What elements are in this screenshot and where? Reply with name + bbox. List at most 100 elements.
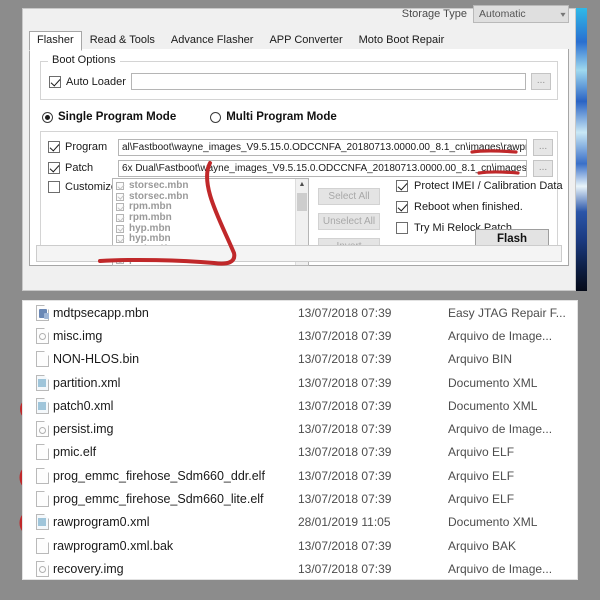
boot-options-title: Boot Options [48, 54, 120, 66]
boot-options-group: Boot Options Auto Loader ... [40, 54, 558, 100]
list-item-label: rpm.mbn [129, 201, 172, 213]
tab-moto-boot-repair[interactable]: Moto Boot Repair [351, 31, 453, 50]
patch-label: Patch [65, 162, 94, 174]
table-row[interactable]: recovery.img 13/07/2018 07:39 Arquivo de… [23, 557, 577, 579]
customize-row: Customize [48, 181, 117, 193]
list-item-checkbox[interactable] [116, 214, 124, 223]
list-item-label: hyp.mbn [129, 233, 171, 245]
table-row[interactable]: prog_emmc_firehose_Sdm660_lite.elf 13/07… [23, 487, 577, 510]
list-item-label: hyp.mbn [129, 222, 171, 234]
file-name: rawprogram0.xml [53, 515, 150, 530]
program-browse-button[interactable]: ... [533, 138, 553, 156]
list-item-checkbox[interactable] [116, 203, 124, 212]
list-item-checkbox[interactable] [116, 182, 124, 191]
radio-multi-program-mode[interactable]: Multi Program Mode [210, 111, 337, 123]
file-type: Arquivo BIN [448, 352, 513, 367]
protect-imei-checkbox[interactable] [396, 180, 408, 192]
table-row[interactable]: misc.img 13/07/2018 07:39 Arquivo de Ima… [23, 324, 577, 347]
program-row: Program al\Fastboot\wayne_images_V9.5.15… [48, 138, 553, 156]
option-protect-imei[interactable]: Protect IMEI / Calibration Data [396, 180, 563, 192]
image-file-icon [31, 327, 53, 344]
file-name: recovery.img [53, 561, 124, 576]
file-date: 13/07/2018 07:39 [298, 422, 392, 437]
file-name: rawprogram0.xml.bak [53, 538, 174, 553]
flasher-tab-panel: Boot Options Auto Loader ... Single Prog… [29, 49, 569, 266]
chevron-down-icon: ▾ [560, 9, 566, 19]
file-date: 13/07/2018 07:39 [298, 328, 392, 343]
file-type: Arquivo de Image... [448, 422, 553, 437]
tab-flasher[interactable]: Flasher [29, 31, 82, 51]
table-row[interactable]: persist.img 13/07/2018 07:39 Arquivo de … [23, 417, 577, 440]
file-date: 13/07/2018 07:39 [298, 305, 392, 320]
list-item[interactable]: storsec.mbn [116, 181, 295, 192]
tab-advance-flasher[interactable]: Advance Flasher [163, 31, 262, 50]
file-type: Documento XML [448, 515, 538, 530]
table-row[interactable]: NON-HLOS.bin 13/07/2018 07:39 Arquivo BI… [23, 348, 577, 371]
table-row[interactable]: pmic.elf 13/07/2018 07:39 Arquivo ELF [23, 441, 577, 464]
storage-type-value: Automatic [479, 8, 526, 20]
scroll-up-icon[interactable]: ▲ [296, 179, 308, 191]
storage-type-row: Storage Type Automatic ▾ [402, 3, 569, 25]
file-date: 13/07/2018 07:39 [298, 561, 392, 576]
file-name: prog_emmc_firehose_Sdm660_ddr.elf [53, 468, 265, 483]
customize-checkbox[interactable] [48, 181, 60, 193]
list-item-checkbox[interactable] [116, 224, 124, 233]
table-row[interactable]: patch0.xml 13/07/2018 07:39 Documento XM… [23, 394, 577, 417]
table-row[interactable]: rawprogram0.xml 28/01/2019 11:05 Documen… [23, 511, 577, 534]
reboot-when-finished-checkbox[interactable] [396, 201, 408, 213]
radio-multi-label: Multi Program Mode [226, 111, 337, 123]
auto-loader-input[interactable] [130, 73, 526, 90]
program-label-wrap: Program [48, 141, 112, 153]
status-bar [36, 245, 562, 262]
list-item-label: rpm.mbn [129, 212, 172, 224]
storage-type-dropdown[interactable]: Automatic ▾ [473, 5, 569, 23]
scrollbar-thumb[interactable] [297, 193, 307, 211]
patch-path-input[interactable]: 6x Dual\Fastboot\wayne_images_V9.5.15.0.… [118, 159, 527, 177]
table-row[interactable]: rawprogram0.xml.bak 13/07/2018 07:39 Arq… [23, 534, 577, 557]
program-checkbox[interactable] [48, 141, 60, 153]
option-reboot-when-finished[interactable]: Reboot when finished. [396, 201, 563, 213]
list-item[interactable]: rpm.mbn [116, 213, 295, 224]
file-type: Easy JTAG Repair F... [448, 305, 566, 320]
auto-loader-checkbox[interactable] [49, 75, 61, 88]
file-name: partition.xml [53, 375, 121, 390]
file-date: 13/07/2018 07:39 [298, 352, 392, 367]
radio-single-label: Single Program Mode [58, 111, 177, 123]
patch-browse-button[interactable]: ... [533, 159, 553, 177]
file-name: persist.img [53, 422, 114, 437]
storage-type-label: Storage Type [401, 8, 467, 20]
radio-single-program-mode[interactable]: Single Program Mode [42, 111, 176, 123]
table-row[interactable]: mdtpsecapp.mbn 13/07/2018 07:39 Easy JTA… [23, 301, 577, 324]
auto-loader-browse-button[interactable]: ... [531, 73, 551, 90]
program-path-input[interactable]: al\Fastboot\wayne_images_V9.5.15.0.ODCCN… [118, 138, 527, 156]
table-row[interactable]: partition.xml 13/07/2018 07:39 Documento… [23, 371, 577, 394]
file-date: 13/07/2018 07:39 [298, 375, 392, 390]
list-item-checkbox[interactable] [116, 192, 124, 201]
tab-app-converter[interactable]: APP Converter [261, 31, 350, 50]
table-row[interactable]: prog_emmc_firehose_Sdm660_ddr.elf 13/07/… [23, 464, 577, 487]
unselect-all-button[interactable]: Unselect All [318, 213, 380, 230]
file-date: 13/07/2018 07:39 [298, 445, 392, 460]
file-explorer-list[interactable]: mdtpsecapp.mbn 13/07/2018 07:39 Easy JTA… [22, 300, 578, 580]
list-item-label: storsec.mbn [129, 190, 189, 202]
blank-file-icon [31, 467, 53, 484]
radio-multi-indicator [210, 111, 222, 123]
mbn-file-icon [31, 304, 53, 321]
auto-loader-row: Auto Loader ... [49, 72, 551, 91]
try-mi-relock-patch-checkbox[interactable] [396, 222, 408, 234]
file-type: Arquivo de Image... [448, 328, 553, 343]
xml-file-icon [31, 397, 53, 414]
file-type: Arquivo de Image... [448, 561, 553, 576]
patch-checkbox[interactable] [48, 162, 60, 174]
xml-file-icon [31, 514, 53, 531]
list-item[interactable]: hyp.mbn [116, 234, 295, 245]
file-type: Arquivo ELF [448, 468, 515, 483]
customize-label: Customize [65, 181, 117, 193]
file-type: Arquivo ELF [448, 492, 515, 507]
list-item-checkbox[interactable] [116, 235, 124, 244]
screenshot-root: Storage Type Automatic ▾ Flasher Read & … [0, 0, 600, 600]
tab-read-and-tools[interactable]: Read & Tools [82, 31, 163, 50]
file-type: Documento XML [448, 375, 538, 390]
select-all-button[interactable]: Select All [318, 188, 380, 205]
radio-single-indicator [42, 111, 53, 123]
